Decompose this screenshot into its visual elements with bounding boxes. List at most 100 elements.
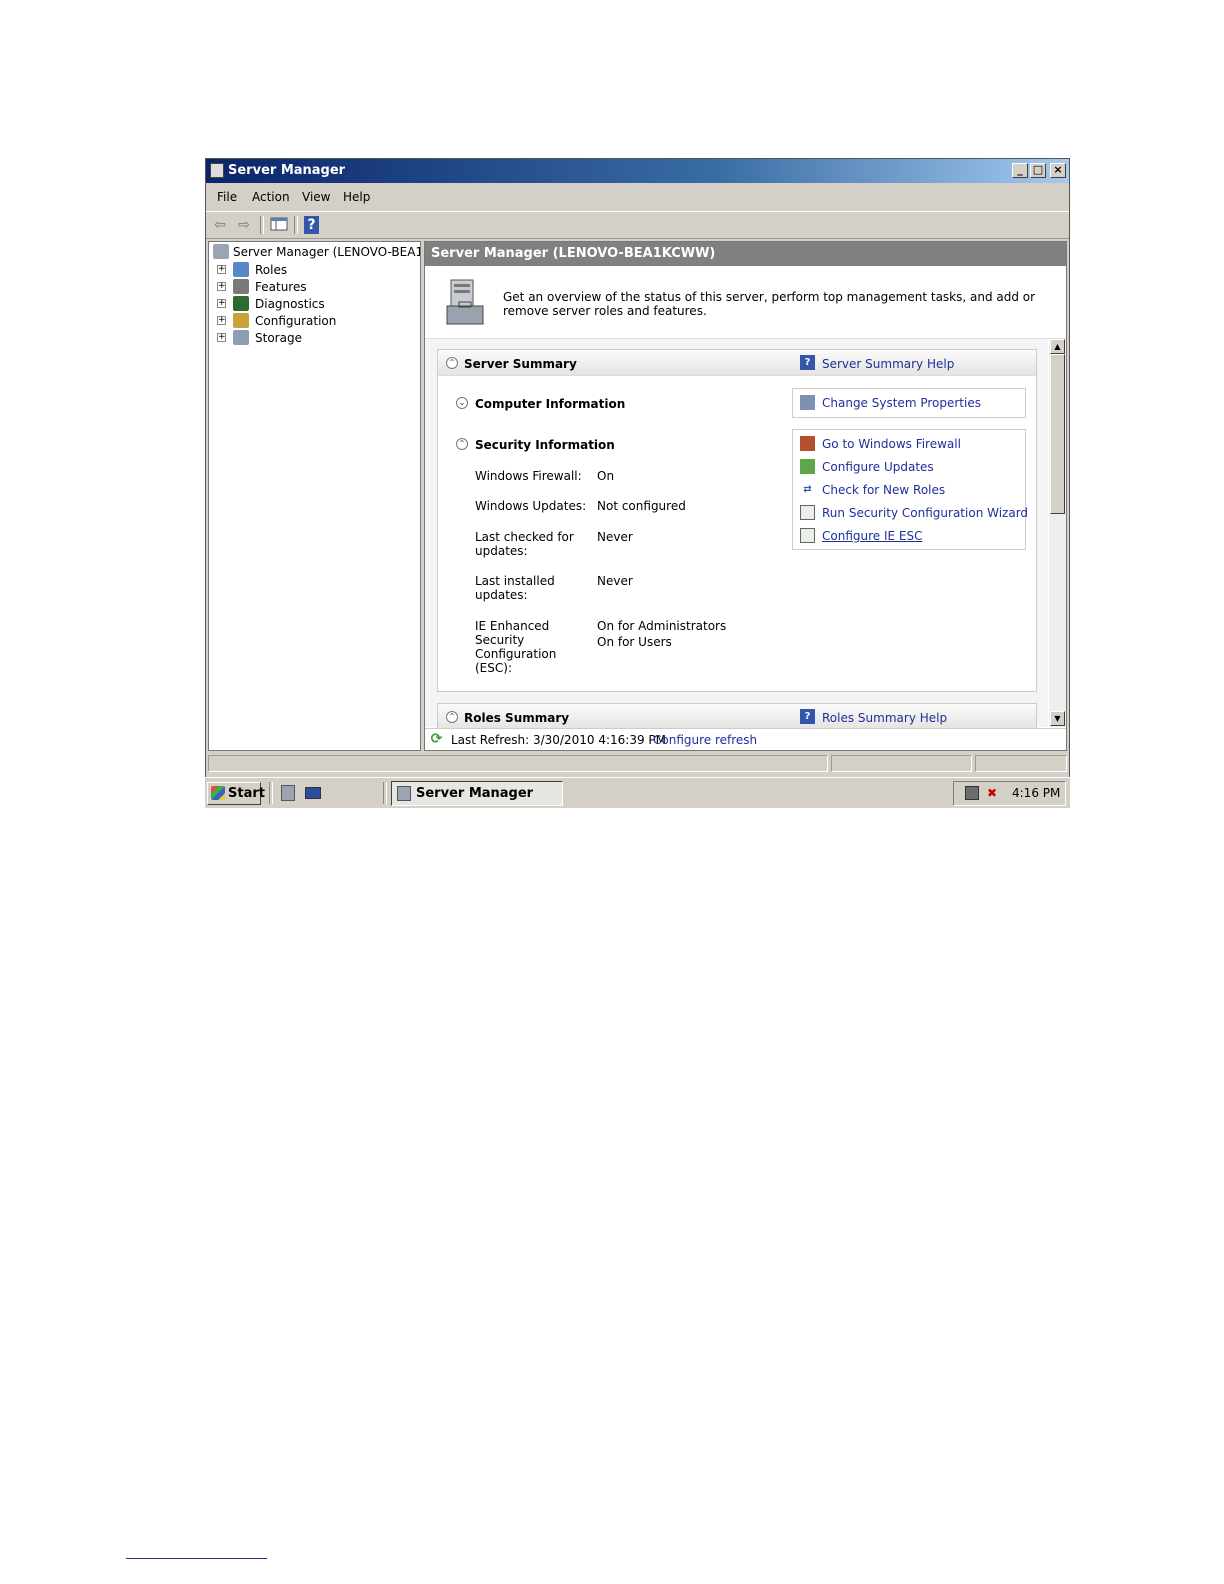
details-header: Server Manager (LENOVO-BEA1KCWW) (425, 242, 1066, 266)
network-icon[interactable] (965, 786, 979, 800)
vertical-scrollbar[interactable]: ▲ ▼ (1049, 339, 1066, 727)
configure-refresh-link[interactable]: Configure refresh (653, 733, 757, 747)
last-installed-value: Never (597, 574, 633, 588)
tree-item-label: Diagnostics (255, 297, 325, 311)
computer-information-title[interactable]: Computer Information (475, 397, 625, 411)
check-new-roles-link[interactable]: Check for New Roles (822, 483, 945, 497)
tree-root-label: Server Manager (LENOVO-BEA1KCWW) (233, 245, 420, 259)
title-bar[interactable]: Server Manager _ □ × (206, 159, 1069, 183)
last-checked-label: Last checked for updates: (475, 530, 574, 558)
expand-icon[interactable]: + (217, 265, 226, 274)
expand-icon[interactable]: + (217, 299, 226, 308)
firewall-label: Windows Firewall: (475, 469, 582, 483)
server-icon (213, 244, 229, 259)
tree-item-label: Roles (255, 263, 288, 277)
scroll-down-icon[interactable]: ▼ (1050, 711, 1065, 726)
volume-muted-icon[interactable]: ✖ (985, 786, 999, 800)
intro-text: Get an overview of the status of this se… (503, 290, 1036, 318)
toolbar-separator (260, 216, 264, 234)
taskbar-separator (383, 782, 387, 804)
help-icon: ? (800, 355, 815, 370)
storage-icon (233, 330, 249, 345)
features-icon (233, 279, 249, 294)
server-manager-quicklaunch-icon[interactable] (281, 785, 295, 801)
change-system-properties-link[interactable]: Change System Properties (822, 396, 981, 410)
window-status-bar (206, 753, 1069, 775)
summary-content: ⌃ Server Summary ? Server Summary Help ⌄… (425, 339, 1048, 730)
server-summary-title: Server Summary (464, 357, 577, 371)
server-summary-header[interactable]: ⌃ Server Summary ? Server Summary Help (438, 350, 1036, 376)
menu-help[interactable]: Help (343, 190, 370, 204)
toolbar: ⇦ ⇨ ? (206, 211, 1069, 239)
last-checked-value: Never (597, 530, 633, 544)
maximize-button[interactable]: □ (1030, 163, 1046, 178)
expand-icon[interactable]: + (217, 333, 226, 342)
menu-view[interactable]: View (302, 190, 330, 204)
updates-label: Windows Updates: (475, 499, 587, 513)
last-installed-label: Last installed updates: (475, 574, 555, 602)
ie-esc-icon (800, 528, 815, 543)
run-security-wizard-link[interactable]: Run Security Configuration Wizard (822, 506, 1028, 520)
server-summary-help-link[interactable]: Server Summary Help (822, 357, 954, 371)
minimize-button[interactable]: _ (1012, 163, 1028, 178)
security-actions: Go to Windows Firewall Configure Updates… (792, 429, 1028, 550)
show-desktop-icon[interactable] (305, 787, 321, 799)
menu-bar: File Action View Help (206, 185, 1069, 209)
start-label: Start (228, 786, 265, 801)
diagnostics-icon (233, 296, 249, 311)
back-arrow-icon[interactable]: ⇦ (211, 216, 229, 234)
forward-arrow-icon[interactable]: ⇨ (235, 216, 253, 234)
taskbar: Start Server Manager ✖ 4:16 PM (205, 777, 1070, 808)
collapse-icon[interactable]: ⌃ (446, 711, 458, 723)
help-icon: ? (800, 709, 815, 724)
status-panel (208, 755, 828, 772)
collapse-icon[interactable]: ⌃ (456, 438, 468, 450)
roles-summary-header[interactable]: ⌃ Roles Summary ? Roles Summary Help (438, 704, 1036, 730)
refresh-icon: ⟳ (430, 731, 443, 747)
security-information-title[interactable]: Security Information (475, 438, 615, 452)
configure-updates-link[interactable]: Configure Updates (822, 460, 934, 474)
expand-icon[interactable]: + (217, 282, 226, 291)
system-properties-icon (800, 395, 815, 410)
clock[interactable]: 4:16 PM (1012, 786, 1060, 800)
close-button[interactable]: × (1050, 163, 1066, 178)
updates-value: Not configured (597, 499, 686, 513)
expand-icon[interactable]: + (217, 316, 226, 325)
windows-update-icon (800, 459, 815, 474)
windows-logo-icon (211, 786, 225, 800)
start-button[interactable]: Start (207, 782, 265, 805)
taskbar-button-server-manager[interactable]: Server Manager (391, 781, 563, 806)
footnote-rule (126, 1558, 267, 1559)
go-to-firewall-link[interactable]: Go to Windows Firewall (822, 437, 961, 451)
refresh-status: ⟳ Last Refresh: 3/30/2010 4:16:39 PM Con… (425, 728, 1066, 750)
roles-icon (233, 262, 249, 277)
configure-ie-esc-link[interactable]: Configure IE ESC (822, 529, 923, 543)
roles-summary-help-link[interactable]: Roles Summary Help (822, 711, 947, 725)
tree-item-diagnostics[interactable]: + Diagnostics (217, 296, 417, 313)
scroll-up-icon[interactable]: ▲ (1050, 339, 1065, 354)
scroll-thumb[interactable] (1050, 354, 1065, 514)
toolbar-separator (294, 216, 298, 234)
tree-item-storage[interactable]: + Storage (217, 330, 417, 347)
help-icon[interactable]: ? (304, 216, 319, 234)
status-panel (975, 755, 1067, 772)
intro-banner: Get an overview of the status of this se… (425, 266, 1066, 339)
expand-icon[interactable]: ⌄ (456, 397, 468, 409)
tree-item-label: Configuration (255, 314, 337, 328)
configuration-icon (233, 313, 249, 328)
show-hide-tree-icon[interactable] (270, 216, 288, 234)
tree-item-features[interactable]: + Features (217, 279, 417, 296)
collapse-icon[interactable]: ⌃ (446, 357, 458, 369)
server-summary-section: ⌃ Server Summary ? Server Summary Help ⌄… (437, 349, 1037, 692)
tree-item-roles[interactable]: + Roles (217, 262, 417, 279)
details-pane: Server Manager (LENOVO-BEA1KCWW) Get an … (424, 241, 1067, 751)
server-manager-icon (397, 786, 411, 801)
window-title: Server Manager (228, 163, 346, 178)
status-panel (831, 755, 972, 772)
menu-file[interactable]: File (217, 190, 237, 204)
server-toolbox-icon (446, 279, 484, 325)
tree-item-configuration[interactable]: + Configuration (217, 313, 417, 330)
menu-action[interactable]: Action (252, 190, 290, 204)
tree-item-label: Storage (255, 331, 302, 345)
refresh-roles-icon: ⇄ (803, 484, 812, 495)
